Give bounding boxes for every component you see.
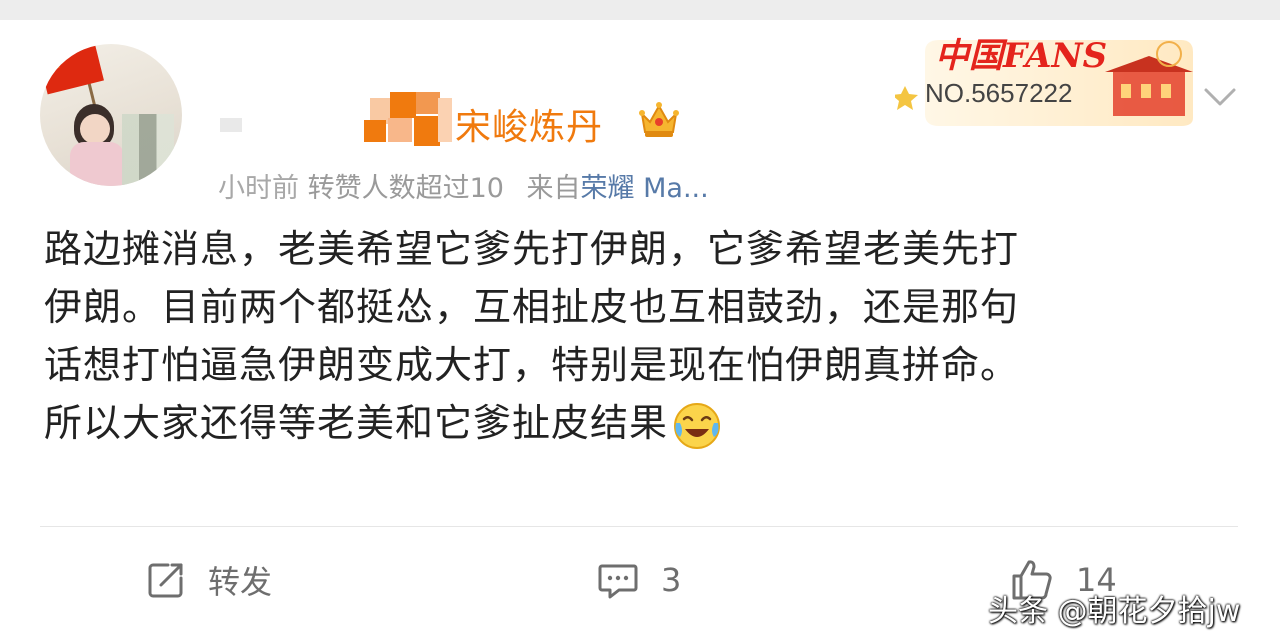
post-content: 路边摊消息，老美希望它爹先打伊朗，它爹希望老美先打 伊朗。目前两个都挺怂，互相扯…	[44, 220, 1244, 452]
comment-button[interactable]: 3	[597, 558, 681, 602]
comment-icon	[598, 564, 638, 599]
comment-count: 3	[661, 561, 682, 599]
china-flag-icon: ★	[40, 44, 104, 95]
weibo-post-card: ★ 宋峻炼丹 小时前 转赞人数超过10 来自荣耀 Ma... 中国FANS NO…	[0, 20, 1280, 639]
post-meta: 小时前 转赞人数超过10 来自荣耀 Ma...	[218, 166, 709, 205]
username[interactable]: 宋峻炼丹	[455, 98, 603, 150]
crown-vip-icon	[639, 102, 679, 137]
fans-badge-title: 中国FANS	[935, 36, 1108, 76]
source-prefix: 来自	[526, 173, 581, 204]
repost-icon	[148, 563, 183, 598]
divider	[40, 526, 1238, 527]
avatar-body	[70, 142, 124, 186]
content-line: 路边摊消息，老美希望它爹先打伊朗，它爹希望老美先打	[44, 227, 1020, 271]
content-line-last: 所以大家还得等老美和它爹扯皮结果	[44, 394, 1244, 452]
source-device[interactable]: 荣耀 Ma...	[581, 173, 709, 204]
pixelated-name-prefix	[220, 90, 455, 150]
avatar-face	[80, 114, 110, 144]
chevron-down-icon[interactable]	[1202, 82, 1238, 112]
repost-info: 转赞人数超过10	[307, 173, 504, 204]
content-line-text: 所以大家还得等老美和它爹扯皮结果	[44, 401, 669, 445]
fans-badge-number: NO.5657222	[925, 78, 1073, 108]
pixelated-area	[122, 114, 174, 186]
user-avatar[interactable]: ★	[40, 44, 182, 186]
repost-label: 转发	[208, 563, 273, 601]
content-line: 话想打怕逼急伊朗变成大打，特别是现在怕伊朗真拼命。	[44, 343, 1020, 387]
laugh-cry-emoji-icon	[674, 402, 721, 449]
content-line: 伊朗。目前两个都挺怂，互相扯皮也互相鼓劲，还是那句	[44, 285, 1020, 329]
toutiao-watermark: 头条 @朝花夕拾jw	[988, 594, 1241, 629]
post-time: 小时前	[218, 173, 299, 204]
repost-button[interactable]: 转发	[146, 558, 272, 602]
